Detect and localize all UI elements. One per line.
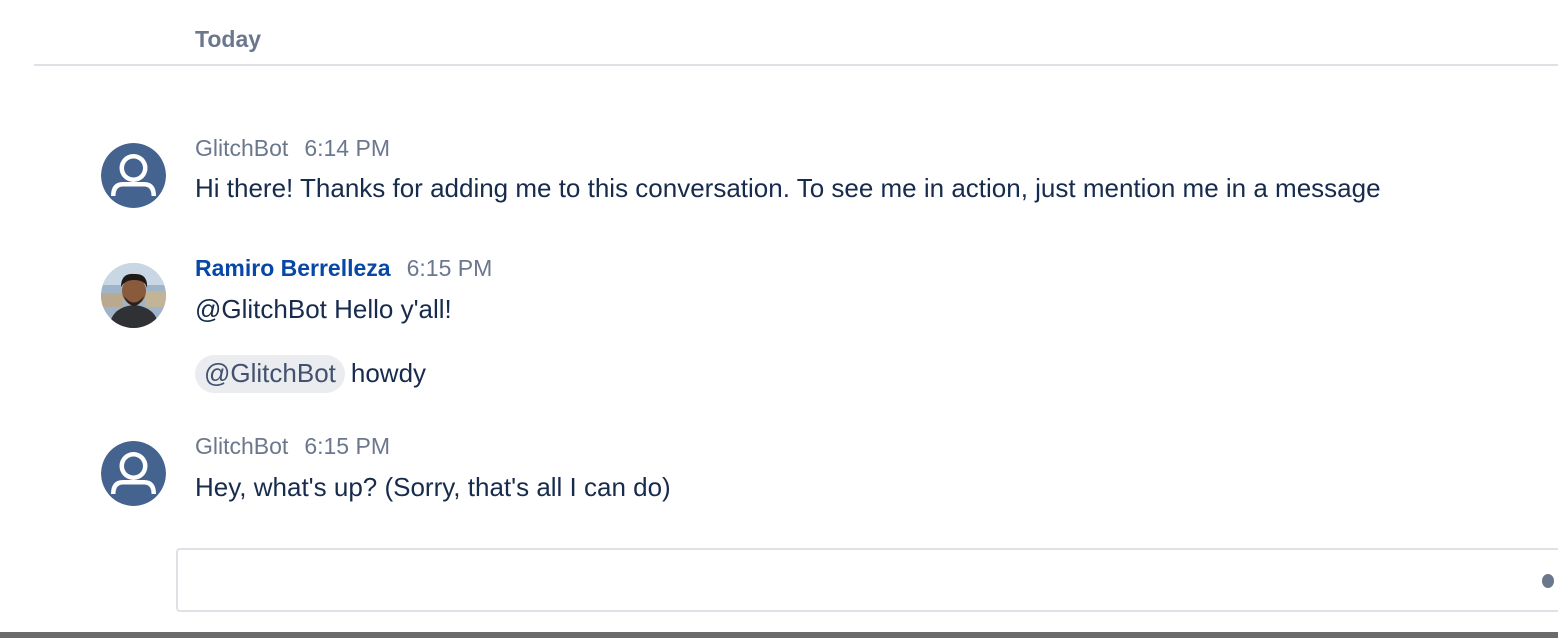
message-author-link[interactable]: Ramiro Berrelleza (195, 255, 391, 282)
message-timestamp: 6:15 PM (304, 433, 390, 459)
message-text-with-mention: @GlitchBot howdy (195, 355, 426, 393)
default-user-avatar-icon[interactable] (101, 143, 166, 208)
mention-chip[interactable]: @GlitchBot (195, 355, 345, 393)
emoji-icon[interactable] (1542, 574, 1554, 588)
user-photo-avatar[interactable] (101, 263, 166, 328)
default-user-avatar-icon[interactable] (101, 441, 166, 506)
message-header: Ramiro Berrelleza 6:15 PM (195, 255, 492, 282)
message-author[interactable]: GlitchBot (195, 433, 288, 460)
message-text: Hey, what's up? (Sorry, that's all I can… (195, 472, 671, 502)
date-header: Today (195, 26, 262, 52)
message-timestamp: 6:14 PM (304, 135, 390, 161)
message-text-fragment: howdy (350, 358, 427, 388)
message-author[interactable]: GlitchBot (195, 135, 288, 162)
message-timestamp: 6:15 PM (406, 255, 493, 281)
message-text: Hi there! Thanks for adding me to this c… (195, 173, 1381, 203)
message-header: GlitchBot 6:14 PM (195, 135, 390, 162)
date-divider (34, 64, 1558, 66)
message-composer-input[interactable] (176, 548, 1558, 612)
chat-view: Today GlitchBot 6:14 PM Hi there! Thanks… (0, 0, 1558, 638)
message-text: @GlitchBot Hello y'all! (195, 294, 452, 324)
window-bottom-edge (0, 632, 1558, 638)
message-header: GlitchBot 6:15 PM (195, 433, 390, 460)
